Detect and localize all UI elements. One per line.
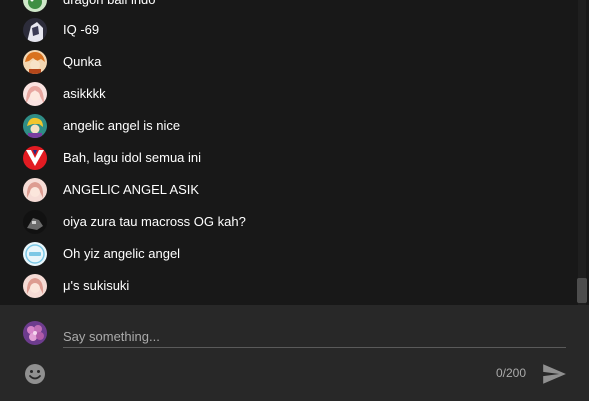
- emoji-button[interactable]: [23, 362, 47, 386]
- message-text: IQ -69: [63, 22, 100, 37]
- chat-message: μ's sukisuki: [0, 270, 575, 302]
- chat-input-panel: 0/200: [0, 305, 589, 401]
- chat-message-input[interactable]: [63, 325, 566, 348]
- author-avatar[interactable]: [23, 178, 47, 202]
- author-avatar[interactable]: [23, 210, 47, 234]
- message-text: μ's sukisuki: [63, 278, 130, 293]
- message-text: oiya zura tau macross OG kah?: [63, 214, 246, 229]
- chat-message: Bah, lagu idol semua ini: [0, 142, 575, 174]
- author-avatar[interactable]: [23, 274, 47, 298]
- scrollbar-thumb[interactable]: [577, 278, 587, 303]
- chat-message: asikkkk: [0, 78, 575, 110]
- message-text: Oh yiz angelic angel: [63, 246, 181, 261]
- chat-scrollbar[interactable]: [575, 0, 589, 305]
- chat-message: ANGELIC ANGEL ASIK: [0, 174, 575, 206]
- chat-message: Oh yiz angelic angel: [0, 238, 575, 270]
- author-avatar[interactable]: [23, 18, 47, 42]
- send-button[interactable]: [541, 361, 567, 387]
- character-counter: 0/200: [495, 366, 526, 380]
- author-avatar[interactable]: [23, 82, 47, 106]
- chat-message: Qunka: [0, 46, 575, 78]
- author-avatar[interactable]: [23, 114, 47, 138]
- scrollbar-track[interactable]: [578, 0, 586, 305]
- message-text: asikkkk: [63, 86, 106, 101]
- live-chat: dragon ball indo IQ -69 Q: [0, 0, 589, 401]
- chat-message: oiya zura tau macross OG kah?: [0, 206, 575, 238]
- message-text: ANGELIC ANGEL ASIK: [63, 182, 200, 197]
- author-avatar[interactable]: [23, 0, 47, 12]
- smiley-face-icon: [25, 364, 45, 384]
- author-avatar[interactable]: [23, 242, 47, 266]
- chat-message-list[interactable]: dragon ball indo IQ -69 Q: [0, 0, 575, 305]
- chat-message: angelic angel is nice: [0, 110, 575, 142]
- chat-message: IQ -69: [0, 14, 575, 46]
- message-text: Qunka: [63, 54, 102, 69]
- self-avatar: [23, 321, 47, 345]
- author-avatar[interactable]: [23, 146, 47, 170]
- send-arrow-icon: [543, 364, 566, 384]
- message-text: angelic angel is nice: [63, 118, 181, 133]
- message-text: Bah, lagu idol semua ini: [63, 150, 202, 165]
- author-avatar[interactable]: [23, 50, 47, 74]
